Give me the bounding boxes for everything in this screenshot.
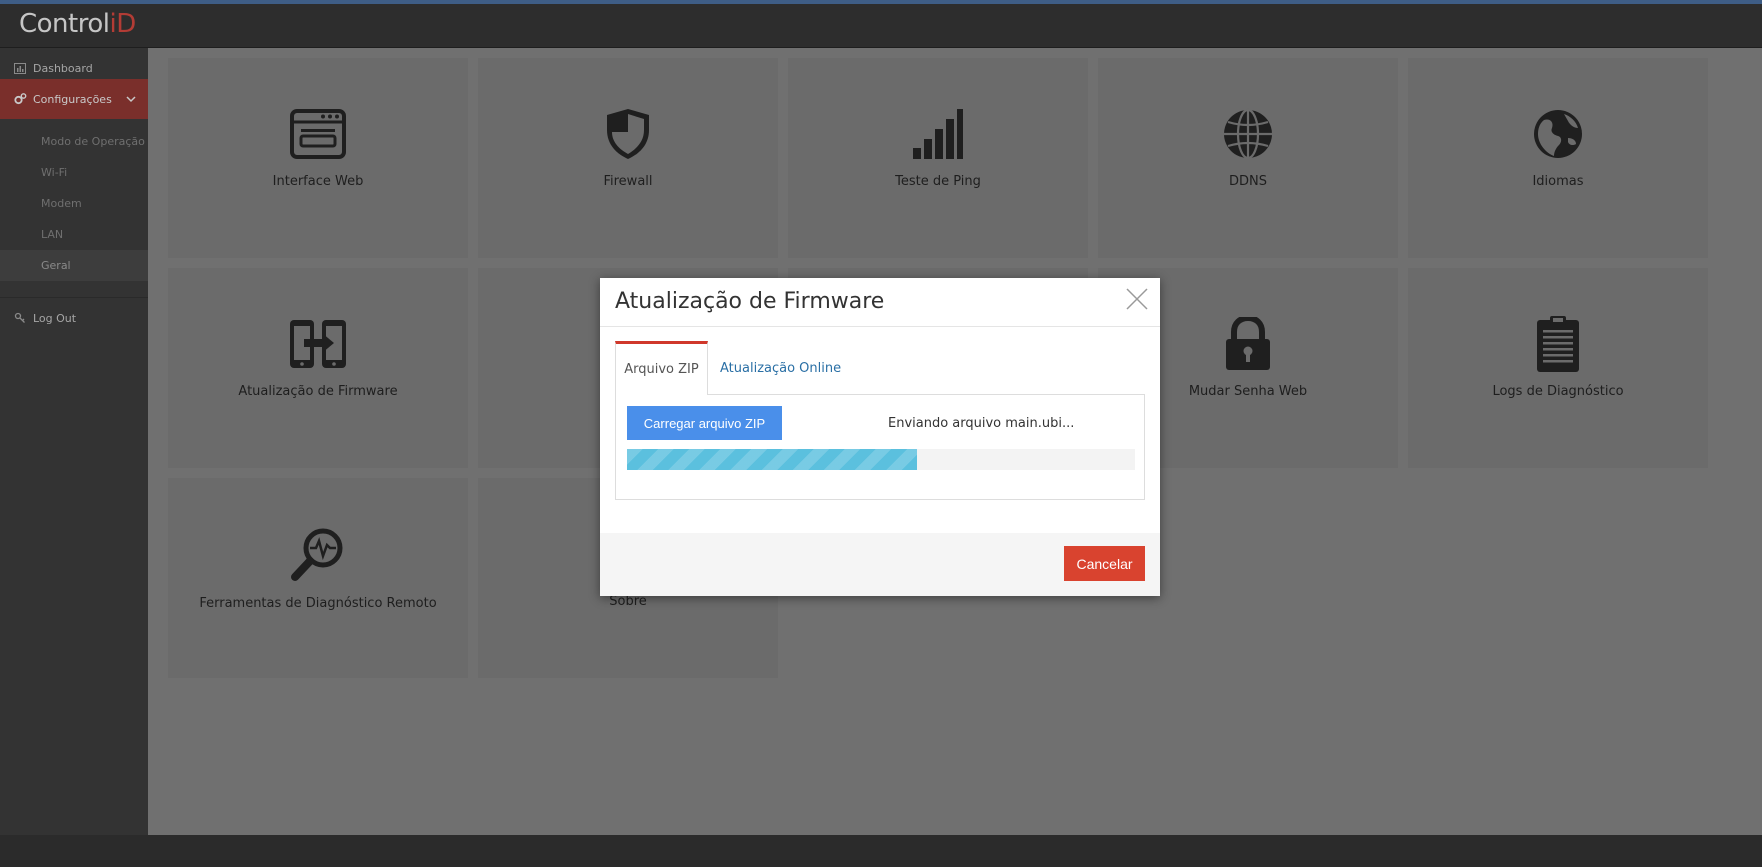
app-logo[interactable]: ControliD — [19, 9, 136, 39]
sidebar-subitem-label: Modem — [41, 197, 82, 210]
tile-label: Teste de Ping — [895, 174, 981, 189]
sidebar-item-label: Dashboard — [33, 61, 93, 75]
app-footer — [0, 835, 1762, 867]
tile-idiomas[interactable]: Idiomas — [1408, 58, 1708, 258]
tab-arquivo-zip[interactable]: Arquivo ZIP — [615, 341, 708, 395]
tile-ddns[interactable]: DDNS — [1098, 58, 1398, 258]
logo-text: Control — [19, 9, 110, 39]
tile-label: Logs de Diagnóstico — [1492, 384, 1624, 399]
modal-divider — [600, 326, 1160, 327]
gears-icon — [13, 92, 27, 106]
earth-icon — [1532, 108, 1584, 160]
upload-zip-button[interactable]: Carregar arquivo ZIP — [627, 406, 782, 440]
close-icon[interactable] — [1124, 286, 1150, 312]
tile-label: DDNS — [1229, 174, 1267, 189]
tile-label: Sobre — [609, 594, 647, 609]
tab-panel-arquivo-zip: Carregar arquivo ZIP Enviando arquivo ma… — [615, 394, 1145, 500]
tile-label: Firewall — [603, 174, 653, 189]
sidebar-item-configuracoes[interactable]: Configurações — [0, 79, 148, 119]
tile-teste-de-ping[interactable]: Teste de Ping — [788, 58, 1088, 258]
lock-icon — [1225, 317, 1271, 370]
modal-title: Atualização de Firmware — [615, 289, 885, 314]
tile-label: Idiomas — [1532, 174, 1584, 189]
sidebar-subitem-modem[interactable]: Modem — [0, 188, 148, 219]
key-icon — [13, 311, 27, 325]
device-transfer-icon — [288, 318, 348, 370]
tab-atualizacao-online[interactable]: Atualização Online — [720, 341, 841, 395]
tab-label: Arquivo ZIP — [624, 362, 699, 377]
sidebar-subitem-modo-de-operacao[interactable]: Modo de Operação — [0, 126, 148, 157]
logo-accent: iD — [109, 9, 136, 39]
upload-progress-fill — [627, 449, 917, 470]
tab-label: Atualização Online — [720, 360, 842, 376]
sidebar-subitem-label: Modo de Operação — [41, 135, 145, 148]
upload-progress-bar — [627, 449, 1135, 470]
tile-interface-web[interactable]: Interface Web — [168, 58, 468, 258]
sidebar-subitem-label: LAN — [41, 228, 64, 241]
app-header: ControliD — [0, 4, 1762, 48]
sidebar-subitem-wifi[interactable]: Wi-Fi — [0, 157, 148, 188]
cancel-button[interactable]: Cancelar — [1064, 546, 1145, 581]
sidebar-item-logout[interactable]: Log Out — [0, 298, 148, 338]
tile-label: Mudar Senha Web — [1188, 384, 1308, 399]
globe-icon — [1222, 108, 1274, 160]
clipboard-icon — [1536, 316, 1580, 372]
modal-footer: Cancelar — [600, 533, 1160, 596]
browser-window-icon — [290, 108, 346, 160]
sidebar-subitem-label: Geral — [41, 259, 71, 272]
sidebar-item-label: Configurações — [33, 92, 112, 106]
sidebar-subitem-label: Wi-Fi — [41, 166, 68, 179]
magnifier-pulse-icon — [290, 526, 346, 582]
sidebar-item-label: Log Out — [33, 311, 77, 325]
tile-label: Atualização de Firmware — [238, 384, 398, 399]
tile-ferramentas-de-diagnostico-remoto[interactable]: Ferramentas de Diagnóstico Remoto — [168, 478, 468, 678]
signal-bars-icon — [912, 108, 964, 160]
chart-icon — [13, 61, 27, 75]
tile-label: Ferramentas de Diagnóstico Remoto — [199, 596, 437, 611]
modal-tabs: Arquivo ZIP Atualização Online — [615, 341, 1145, 395]
tile-atualizacao-de-firmware[interactable]: Atualização de Firmware — [168, 268, 468, 468]
upload-status-text: Enviando arquivo main.ubi... — [888, 416, 1075, 431]
tile-logs-de-diagnostico[interactable]: Logs de Diagnóstico — [1408, 268, 1708, 468]
tile-firewall[interactable]: Firewall — [478, 58, 778, 258]
chevron-down-icon — [126, 93, 136, 106]
firmware-update-modal: Atualização de Firmware Arquivo ZIP Atua… — [600, 278, 1160, 596]
shield-icon — [605, 108, 651, 160]
tile-label: Interface Web — [272, 174, 364, 189]
sidebar-subitem-geral[interactable]: Geral — [0, 250, 148, 281]
sidebar-subitem-lan[interactable]: LAN — [0, 219, 148, 250]
sidebar: Dashboard Configurações Modo de Operação… — [0, 48, 148, 835]
